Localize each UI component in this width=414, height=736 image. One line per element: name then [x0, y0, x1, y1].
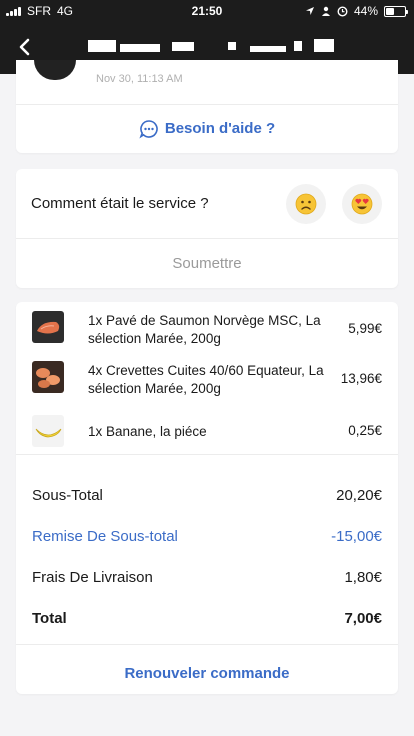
item-price: 5,99€ — [348, 321, 382, 336]
sad-face-button[interactable] — [286, 184, 326, 224]
total-value: 7,00€ — [344, 610, 382, 627]
subtotal-value: 20,20€ — [336, 487, 382, 504]
rating-question: Comment était le service ? — [31, 195, 209, 212]
person-icon — [321, 6, 330, 16]
status-right: 44% — [305, 4, 408, 18]
item-price: 13,96€ — [340, 371, 382, 386]
divider — [16, 644, 398, 645]
help-button[interactable]: Besoin d'aide ? — [16, 104, 398, 153]
total-row: Total 7,00€ — [32, 610, 382, 627]
renew-order-button[interactable]: Renouveler commande — [16, 652, 398, 694]
heart-eyes-face-button[interactable] — [342, 184, 382, 224]
heart-eyes-face-icon — [351, 193, 373, 215]
location-icon — [305, 7, 314, 15]
item-name: 1x Banane, la piéce — [88, 424, 207, 439]
back-button[interactable] — [10, 32, 40, 62]
subtotal-label: Sous-Total — [32, 487, 103, 504]
sad-face-icon — [295, 193, 317, 215]
delivery-row: Frais De Livraison 1,80€ — [32, 569, 382, 586]
list-item[interactable]: 1x Pavé de Saumon Norvège MSC, La sélect… — [16, 304, 398, 350]
delivery-label: Frais De Livraison — [32, 569, 153, 586]
submit-button[interactable]: Soumettre — [16, 238, 398, 288]
discount-row: Remise De Sous-total -15,00€ — [32, 528, 382, 545]
banana-thumbnail — [32, 415, 64, 447]
item-price: 0,25€ — [348, 423, 382, 438]
list-item[interactable]: 1x Banane, la piéce 0,25€ — [16, 409, 398, 455]
help-label: Besoin d'aide ? — [164, 120, 276, 137]
discount-label: Remise De Sous-total — [32, 528, 178, 545]
divider — [16, 454, 398, 455]
delivery-value: 1,80€ — [344, 569, 382, 586]
avatar — [34, 60, 76, 80]
list-item[interactable]: 4x Crevettes Cuites 40/60 Equateur, La s… — [16, 354, 398, 400]
battery-percent: 44% — [353, 4, 378, 18]
shrimp-thumbnail — [32, 361, 64, 393]
subtotal-row: Sous-Total 20,20€ — [32, 487, 382, 504]
chevron-left-icon — [19, 38, 30, 56]
chat-bubble-icon — [139, 119, 158, 139]
discount-value: -15,00€ — [331, 528, 382, 545]
battery-icon — [384, 5, 408, 17]
salmon-thumbnail — [32, 311, 64, 343]
order-date: Nov 30, 11:13 AM — [96, 73, 183, 85]
order-items-card: 1x Pavé de Saumon Norvège MSC, La sélect… — [16, 302, 398, 694]
total-label: Total — [32, 610, 67, 627]
status-bar: SFR 4G 21:50 44% — [0, 0, 414, 22]
order-header-card: Nov 30, 11:13 AM Besoin d'aide ? — [16, 60, 398, 153]
item-name: 1x Pavé de Saumon Norvège MSC, La sélect… — [88, 313, 321, 346]
alarm-icon — [337, 5, 348, 17]
rating-card: Comment était le service ? Soumettre — [16, 169, 398, 288]
item-name: 4x Crevettes Cuites 40/60 Equateur, La s… — [88, 363, 324, 396]
